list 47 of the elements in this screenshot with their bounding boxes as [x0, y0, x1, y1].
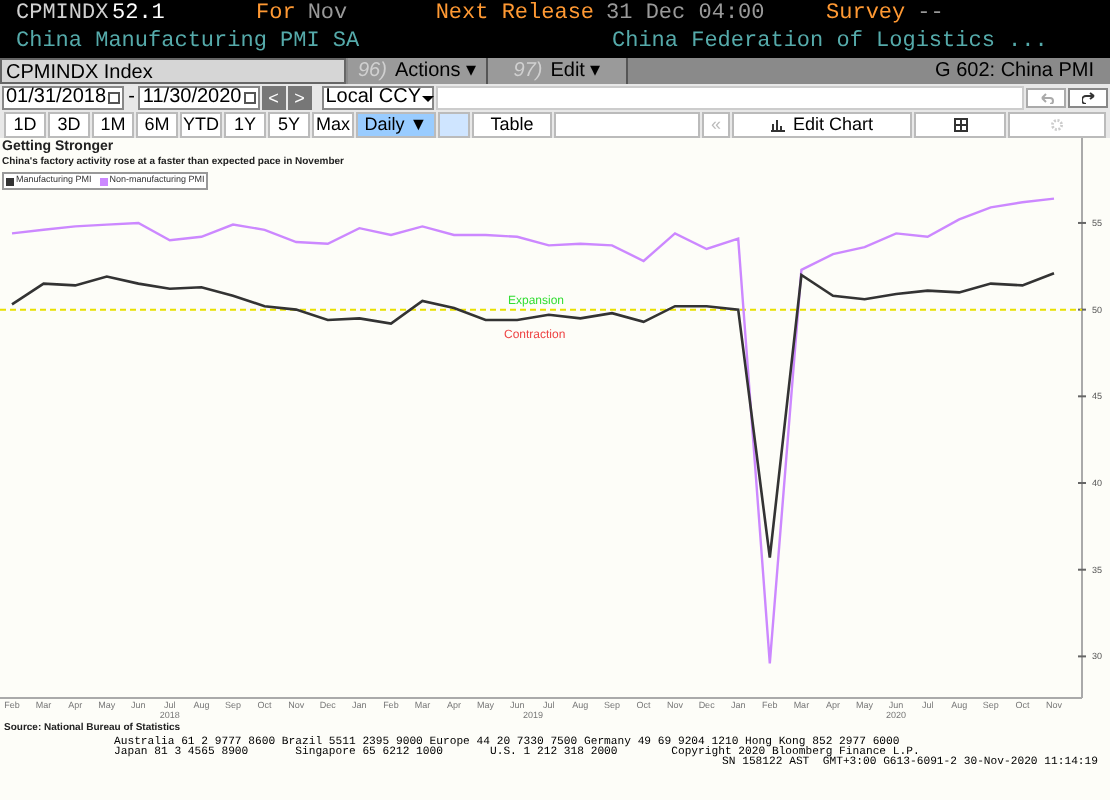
release-label: Next Release: [435, 3, 595, 25]
redo-icon: [1081, 92, 1095, 104]
security-field[interactable]: CPMINDX Index: [0, 58, 346, 84]
chart-type-button[interactable]: [914, 112, 1006, 138]
chart-edit-icon: [770, 118, 787, 132]
index-name: China Manufacturing PMI SA: [16, 32, 362, 54]
axis-tick: [1077, 655, 1087, 658]
page-title: G 602: China PMI: [935, 58, 1094, 84]
calendar-icon[interactable]: [243, 92, 256, 104]
survey-label: Survey: [826, 3, 906, 25]
date-field[interactable]: 11/30/2020: [138, 86, 260, 110]
ticker-symbol: CPMINDX: [16, 3, 111, 25]
period-button[interactable]: 1Y: [224, 112, 266, 138]
period-button[interactable]: YTD: [180, 112, 222, 138]
source-name: China Federation of Logistics ...: [612, 32, 1048, 54]
undo-icon: [1039, 92, 1053, 104]
survey-value: --: [917, 3, 944, 25]
axis-tick: [1077, 221, 1087, 224]
date-field[interactable]: 01/31/2018: [2, 86, 125, 110]
table-button[interactable]: Table: [472, 112, 552, 138]
grid-icon: [953, 118, 967, 132]
for-label: For: [256, 3, 296, 25]
period-button[interactable]: Daily ▼: [356, 112, 436, 138]
settings-icon: [1050, 118, 1064, 132]
last-value: 52.1: [112, 3, 167, 25]
next-button[interactable]: >: [287, 86, 312, 110]
period-button[interactable]: 5Y: [268, 112, 310, 138]
redo-button[interactable]: [1068, 88, 1108, 108]
calendar-icon[interactable]: [108, 92, 121, 104]
toggle-button[interactable]: [438, 112, 470, 138]
axis-tick: [1077, 308, 1087, 311]
period-button[interactable]: 1D: [4, 112, 46, 138]
axis-tick: [1077, 568, 1087, 571]
release-date: 31 Dec 04:00: [606, 3, 767, 25]
period-button[interactable]: 3D: [48, 112, 90, 138]
period-button[interactable]: Max: [312, 112, 354, 138]
axis-tick: [1077, 395, 1087, 398]
input-field[interactable]: [554, 112, 700, 138]
period-button[interactable]: 6M: [136, 112, 178, 138]
currency-dropdown[interactable]: Local CCY: [321, 86, 434, 110]
edit-chart-button[interactable]: Edit Chart: [732, 112, 912, 138]
input-field[interactable]: [435, 86, 1024, 110]
period-button[interactable]: 1M: [92, 112, 134, 138]
period-value: Nov: [307, 3, 350, 25]
previous-button[interactable]: <: [261, 86, 286, 110]
date-separator: -: [126, 88, 137, 108]
axis-tick: [1077, 482, 1087, 484]
